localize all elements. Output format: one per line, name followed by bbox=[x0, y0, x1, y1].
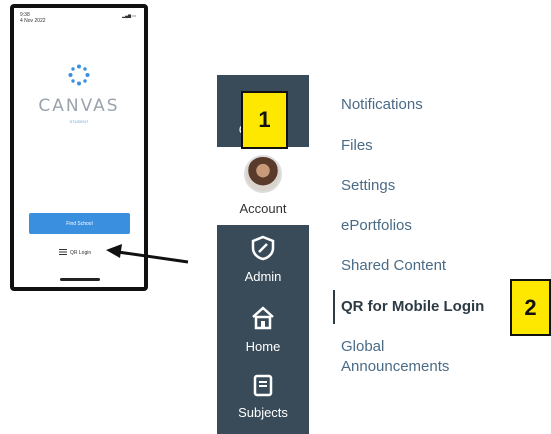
nav-account-label: Account bbox=[239, 201, 287, 216]
home-icon bbox=[252, 306, 274, 330]
avatar bbox=[244, 155, 282, 193]
step-2-callout: 2 bbox=[510, 279, 551, 336]
nav-item-home[interactable]: Home bbox=[217, 305, 309, 354]
menu-item-global-announcements[interactable]: Global Announcements bbox=[341, 338, 449, 375]
nav-item-subjects[interactable]: Subjects bbox=[217, 373, 309, 420]
step-1-callout: 1 bbox=[241, 91, 288, 149]
nav-item-account[interactable]: Account bbox=[217, 147, 309, 225]
shield-icon bbox=[251, 235, 275, 261]
menu-item-qr-mobile-login[interactable]: QR for Mobile Login bbox=[341, 298, 484, 315]
active-item-indicator bbox=[333, 290, 335, 324]
menu-item-line-2: Announcements bbox=[341, 358, 450, 375]
canvas-subtitle: STUDENT bbox=[69, 119, 89, 124]
qr-login-icon bbox=[59, 249, 67, 256]
menu-item-shared-content[interactable]: Shared Content bbox=[341, 257, 446, 274]
status-icons: ▂▄▆ ▭ bbox=[122, 13, 136, 18]
menu-item-line-1: Global bbox=[341, 338, 385, 355]
menu-item-files[interactable]: Files bbox=[341, 137, 373, 154]
nav-item-admin[interactable]: Admin bbox=[217, 235, 309, 284]
status-date: 4 Nov 2022 bbox=[20, 18, 46, 24]
canvas-wordmark: CANVAS bbox=[38, 96, 120, 116]
pointer-arrow-icon bbox=[106, 244, 189, 264]
home-indicator bbox=[60, 278, 100, 281]
menu-item-eportfolios[interactable]: ePortfolios bbox=[341, 217, 412, 234]
nav-admin-label: Admin bbox=[244, 269, 282, 284]
qr-login-link[interactable]: QR Login bbox=[59, 249, 91, 256]
menu-item-settings[interactable]: Settings bbox=[341, 177, 395, 194]
nav-home-label: Home bbox=[245, 339, 281, 354]
qr-login-label: QR Login bbox=[70, 249, 92, 256]
book-icon bbox=[253, 374, 273, 397]
canvas-logo-icon bbox=[68, 64, 90, 86]
menu-item-notifications[interactable]: Notifications bbox=[341, 96, 423, 113]
nav-subjects-label: Subjects bbox=[238, 405, 288, 420]
find-school-button[interactable]: Find School bbox=[29, 213, 130, 234]
